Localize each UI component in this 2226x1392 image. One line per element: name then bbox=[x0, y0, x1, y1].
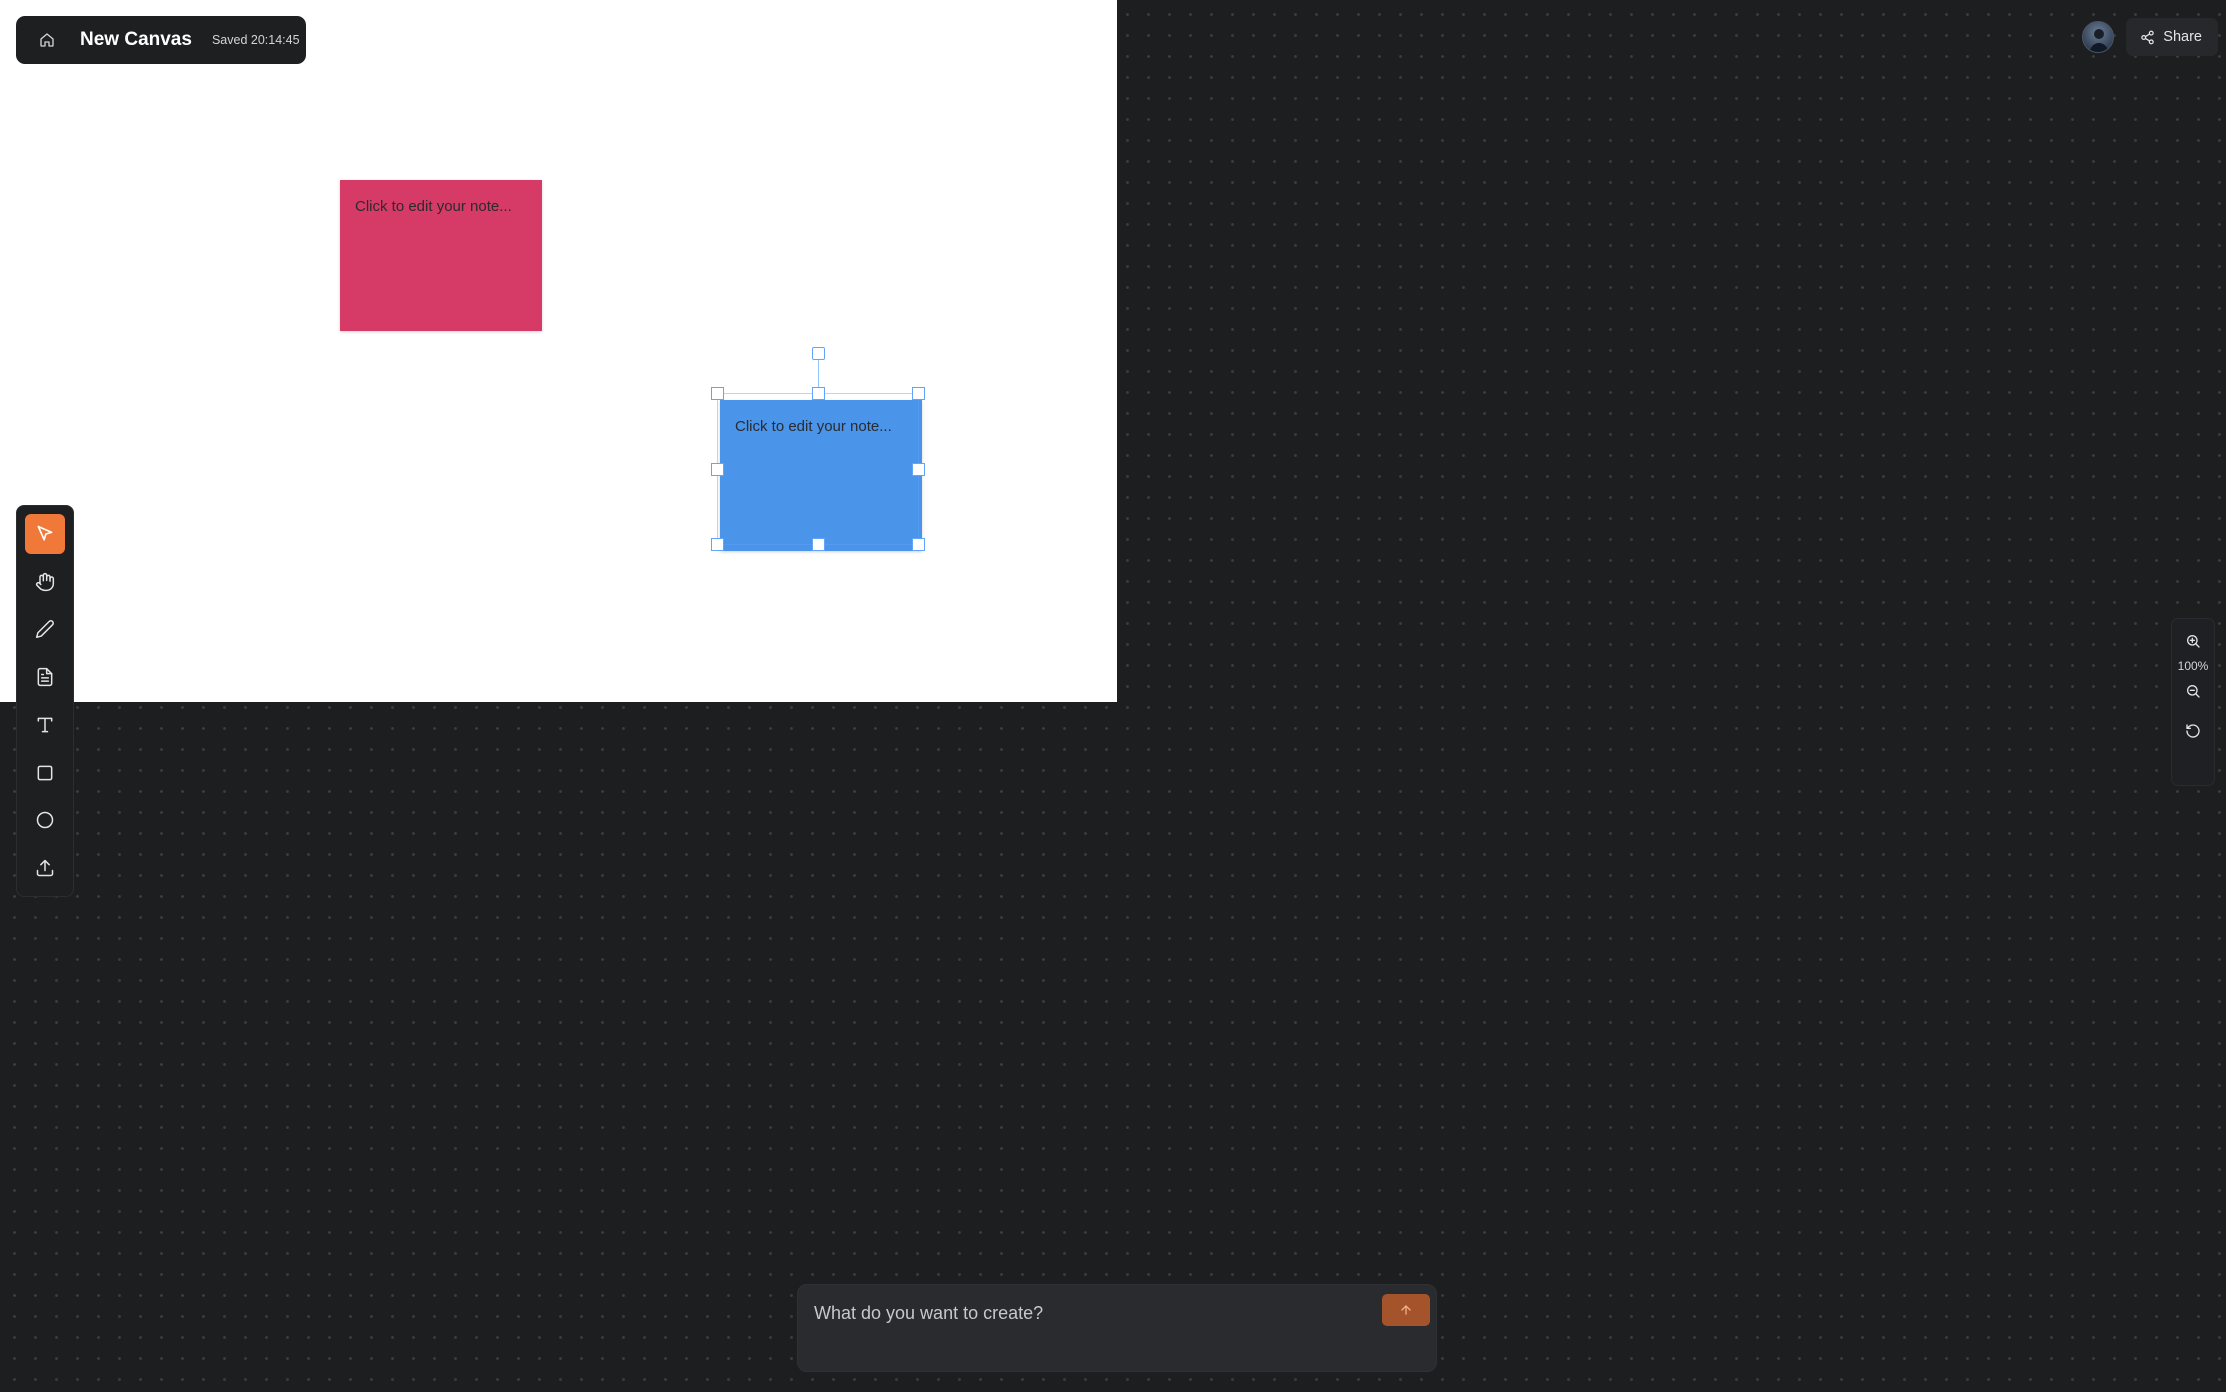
prompt-box bbox=[797, 1284, 1437, 1372]
tool-palette bbox=[16, 505, 74, 897]
user-avatar[interactable] bbox=[2082, 21, 2115, 53]
upload-icon bbox=[36, 859, 54, 877]
send-button[interactable] bbox=[1382, 1294, 1430, 1326]
resize-handle-top-right[interactable] bbox=[912, 387, 925, 400]
square-icon bbox=[37, 765, 53, 781]
pencil-icon bbox=[35, 620, 54, 639]
selection-box bbox=[717, 393, 919, 545]
text-icon bbox=[37, 717, 53, 733]
avatar-icon bbox=[2089, 29, 2109, 52]
tool-pen[interactable] bbox=[25, 610, 65, 650]
zoom-in-button[interactable] bbox=[2178, 626, 2208, 656]
share-icon bbox=[2141, 30, 2155, 44]
note-icon bbox=[37, 668, 53, 687]
home-button[interactable] bbox=[32, 25, 62, 55]
tool-hand[interactable] bbox=[25, 562, 65, 602]
rotate-handle[interactable] bbox=[812, 347, 825, 360]
resize-handle-top[interactable] bbox=[812, 387, 825, 400]
zoom-level: 100% bbox=[2177, 659, 2209, 673]
tool-select[interactable] bbox=[25, 514, 65, 554]
reset-icon bbox=[2186, 724, 2200, 738]
share-button[interactable]: Share bbox=[2126, 18, 2218, 56]
circle-icon bbox=[36, 812, 54, 829]
canvas-title[interactable]: New Canvas bbox=[80, 29, 192, 51]
tool-note[interactable] bbox=[25, 657, 65, 697]
resize-handle-left[interactable] bbox=[711, 463, 724, 476]
zoom-in-icon bbox=[2187, 635, 2200, 648]
tool-text[interactable] bbox=[25, 705, 65, 745]
share-label: Share bbox=[2163, 29, 2202, 45]
resize-handle-right[interactable] bbox=[912, 463, 925, 476]
tool-upload[interactable] bbox=[25, 848, 65, 888]
reset-zoom-button[interactable] bbox=[2178, 716, 2208, 746]
top-right-actions: Share bbox=[2082, 18, 2218, 56]
note-text[interactable]: Click to edit your note... bbox=[355, 198, 512, 215]
tool-ellipse[interactable] bbox=[25, 801, 65, 841]
resize-handle-bottom-right[interactable] bbox=[912, 538, 925, 551]
canvas-header: New Canvas Saved 20:14:45 bbox=[16, 16, 306, 64]
hand-icon bbox=[35, 572, 55, 591]
resize-handle-top-left[interactable] bbox=[711, 387, 724, 400]
resize-handle-bottom-left[interactable] bbox=[711, 538, 724, 551]
resize-handle-bottom[interactable] bbox=[812, 538, 825, 551]
arrow-up-icon bbox=[1401, 1305, 1411, 1315]
zoom-out-icon bbox=[2187, 685, 2200, 698]
tool-rectangle[interactable] bbox=[25, 753, 65, 793]
saved-status: Saved 20:14:45 bbox=[211, 33, 300, 47]
home-icon bbox=[40, 33, 54, 47]
cursor-icon bbox=[37, 525, 53, 541]
zoom-controls: 100% bbox=[2171, 618, 2215, 786]
canvas-frame[interactable] bbox=[0, 0, 1117, 702]
zoom-out-button[interactable] bbox=[2178, 676, 2208, 706]
prompt-input[interactable] bbox=[814, 1299, 1374, 1327]
sticky-note-pink[interactable]: Click to edit your note... bbox=[340, 180, 542, 331]
